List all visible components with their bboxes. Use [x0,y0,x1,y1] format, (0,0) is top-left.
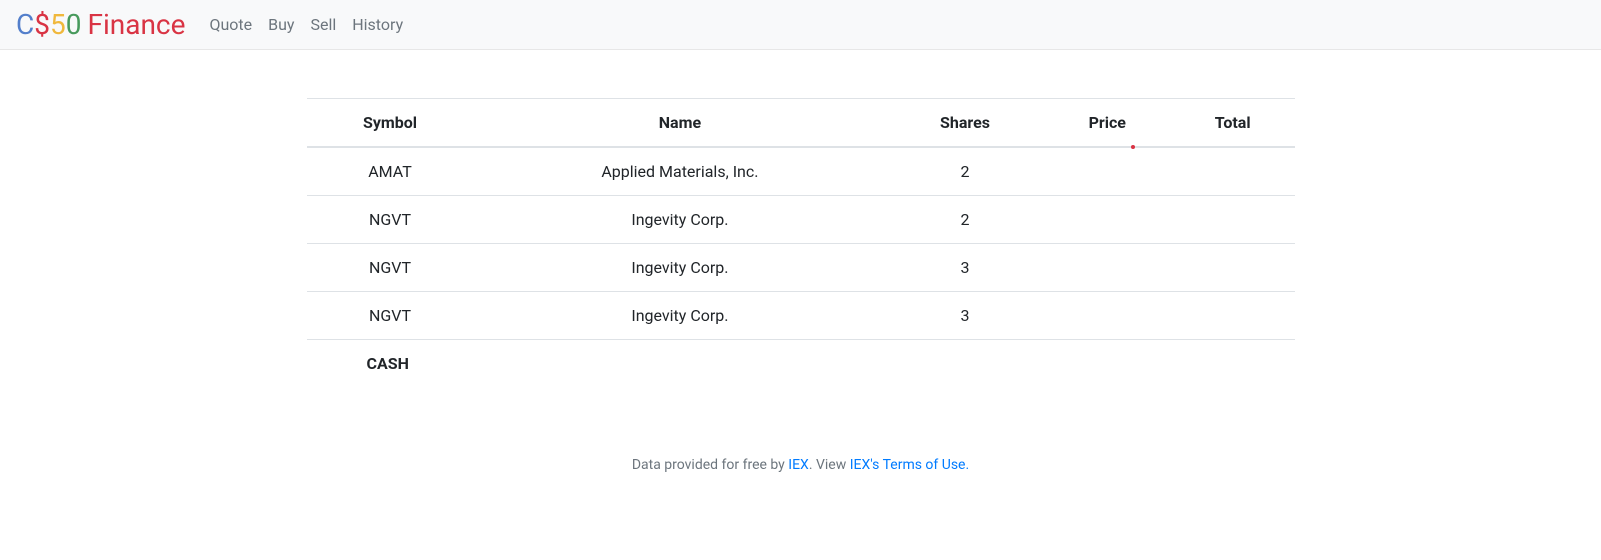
table-header-row: Symbol Name Shares Price Total [307,99,1295,148]
th-price: Price [1044,99,1171,148]
cell-symbol: NGVT [307,196,474,244]
red-dot-icon [1131,145,1135,149]
cell-total [1171,292,1295,340]
table-row: NGVTIngevity Corp.2 [307,196,1295,244]
footer-iex-link[interactable]: IEX [788,457,809,473]
footer-prefix: Data provided for free by [632,457,788,473]
cell-name: Ingevity Corp. [474,244,887,292]
th-name: Name [474,99,887,148]
footer-terms-link[interactable]: IEX's Terms of Use. [850,457,969,473]
nav-buy[interactable]: Buy [268,15,294,34]
th-total: Total [1171,99,1295,148]
navbar: C $ 5 0 Finance Quote Buy Sell History [0,0,1601,50]
table-body: AMATApplied Materials, Inc.2NGVTIngevity… [307,147,1295,340]
cell-shares: 2 [886,196,1043,244]
th-symbol: Symbol [307,99,474,148]
cell-price [1044,147,1171,196]
nav-links: Quote Buy Sell History [209,15,403,34]
th-shares: Shares [886,99,1043,148]
footer: Data provided for free by IEX. View IEX'… [307,457,1295,473]
nav-sell[interactable]: Sell [310,15,336,34]
brand-logo[interactable]: C $ 5 0 Finance [16,8,185,41]
cell-price [1044,196,1171,244]
cell-symbol: AMAT [307,147,474,196]
cell-price [1044,244,1171,292]
cell-total [1171,196,1295,244]
cash-total [1087,340,1166,387]
brand-letter-c: C [16,8,34,41]
cell-symbol: NGVT [307,244,474,292]
main-container: Symbol Name Shares Price Total AMATAppli… [291,98,1311,473]
cell-price [1044,292,1171,340]
cash-name [851,340,930,387]
cell-name: Applied Materials, Inc. [474,147,887,196]
cell-symbol: NGVT [307,292,474,340]
cash-shares [929,340,1008,387]
cell-shares: 3 [886,244,1043,292]
nav-quote[interactable]: Quote [209,15,252,34]
cell-total [1171,147,1295,196]
cell-shares: 2 [886,147,1043,196]
cash-row: CASH [307,340,1167,387]
brand-finance: Finance [87,8,185,41]
cash-label: CASH [307,340,851,387]
nav-history[interactable]: History [352,15,403,34]
brand-letter-five: 5 [50,8,66,41]
brand-letter-dollar: $ [34,8,50,41]
cash-table: CASH [307,340,1167,387]
cell-name: Ingevity Corp. [474,196,887,244]
cash-price [1008,340,1087,387]
table-row: NGVTIngevity Corp.3 [307,292,1295,340]
cell-name: Ingevity Corp. [474,292,887,340]
footer-mid: . View [809,457,850,473]
brand-letter-zero: 0 [66,8,82,41]
table-row: NGVTIngevity Corp.3 [307,244,1295,292]
cell-shares: 3 [886,292,1043,340]
portfolio-table: Symbol Name Shares Price Total AMATAppli… [307,98,1295,340]
cell-total [1171,244,1295,292]
table-row: AMATApplied Materials, Inc.2 [307,147,1295,196]
